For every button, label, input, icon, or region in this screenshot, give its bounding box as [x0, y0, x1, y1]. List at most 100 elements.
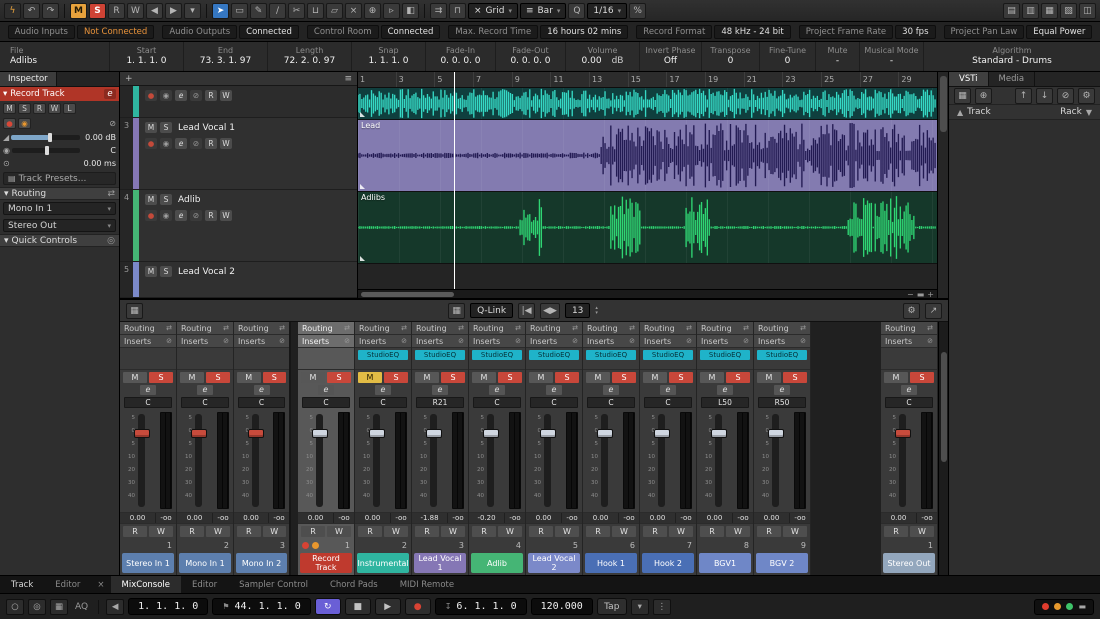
insert-plugin-chip[interactable]: StudioEQ	[358, 350, 408, 360]
volume-slider[interactable]	[11, 135, 80, 140]
mixer-view-icon[interactable]: ▦	[126, 303, 143, 319]
mute-button[interactable]: M	[884, 372, 908, 383]
freeze-icon[interactable]: ⊘	[190, 210, 202, 221]
vsti-sort-icon[interactable]: ▦	[954, 88, 971, 104]
left-zone-icon[interactable]: ▥	[1022, 3, 1039, 19]
fader-db-value[interactable]: 0.00	[697, 513, 733, 523]
right-zone-tab[interactable]: Media	[989, 72, 1036, 86]
insert-plugin-chip[interactable]: StudioEQ	[757, 350, 807, 360]
read-automation-button[interactable]: R	[180, 526, 204, 537]
insert-slots[interactable]	[298, 348, 354, 370]
write-automation-button[interactable]: W	[149, 526, 173, 537]
object-selection-tool[interactable]: ➤	[212, 3, 229, 19]
info-value[interactable]: 1. 1. 1. 0	[368, 56, 408, 67]
record-enable-icon[interactable]: ●	[3, 118, 16, 129]
tempo-display[interactable]: 120.000	[531, 598, 593, 615]
mute-tool[interactable]: ×	[345, 3, 362, 19]
primary-time-display[interactable]: 1. 1. 1. 0	[128, 598, 208, 615]
inspector-listen-button[interactable]: L	[63, 103, 76, 114]
mixer-channel-strip[interactable]: Routing ⇄ Inserts ⊘ StudioEQ M	[754, 322, 811, 575]
output-routing-select[interactable]: Stereo Out ▾	[3, 219, 116, 232]
mixer-channel-strip[interactable]: Routing ⇄ Inserts ⊘ StudioEQ M	[583, 322, 640, 575]
fader-track[interactable]	[138, 414, 145, 507]
read-automation-button[interactable]: R	[237, 526, 261, 537]
fader-db-value[interactable]: -1.88	[412, 513, 448, 523]
edit-channel-button[interactable]: e	[318, 385, 334, 395]
close-icon[interactable]: ×	[91, 580, 110, 590]
channel-count-value[interactable]: 13	[565, 303, 590, 318]
edit-channel-button[interactable]: e	[717, 385, 733, 395]
scrollbar-thumb[interactable]	[940, 76, 947, 132]
solo-button[interactable]: S	[441, 372, 465, 383]
pan-control[interactable]: C	[359, 397, 407, 408]
fader-handle[interactable]	[654, 429, 670, 438]
vsti-settings-icon[interactable]: ⚙	[1078, 88, 1095, 104]
freeze-icon[interactable]: ⊘	[190, 90, 202, 101]
locator-display[interactable]: ↧ 6. 1. 1. 0	[435, 598, 527, 615]
volume-value[interactable]: 0.00 dB	[82, 133, 116, 142]
mute-button[interactable]: M	[700, 372, 724, 383]
lower-zone-tab[interactable]: Sampler Control	[228, 576, 319, 593]
add-track-button[interactable]: +	[125, 74, 133, 84]
read-automation-button[interactable]: R	[205, 210, 217, 221]
channel-name[interactable]: Mono In 2	[236, 553, 287, 573]
move-down-icon[interactable]: ↓	[1036, 88, 1053, 104]
qlink-grid-icon[interactable]: ▦	[448, 303, 465, 319]
routing-rack-header[interactable]: Routing ⇄	[469, 322, 525, 335]
tab-inspector[interactable]: Inspector	[0, 72, 57, 86]
solo-button[interactable]: S	[612, 372, 636, 383]
write-automation-button[interactable]: W	[669, 526, 693, 537]
track-row[interactable]: M S ● ◉ e ⊘ R W	[120, 86, 357, 118]
write-automation-button[interactable]: W	[220, 90, 232, 101]
info-value[interactable]: 1. 1. 1. 0	[126, 56, 166, 67]
info-column[interactable]: Fade-Out 0. 0. 0. 0	[496, 42, 566, 71]
freeze-icon[interactable]: ⊘	[190, 138, 202, 149]
peak-level-value[interactable]: -oo	[156, 513, 176, 523]
jump-right-button[interactable]: ▶	[165, 3, 182, 19]
insert-slots[interactable]: StudioEQ	[640, 348, 696, 370]
track-name[interactable]: Lead Vocal 1	[178, 123, 235, 133]
insert-slots[interactable]: StudioEQ	[412, 348, 468, 370]
fader-track[interactable]	[252, 414, 259, 507]
info-column[interactable]: Volume 0.00 dB	[566, 42, 640, 71]
solo-button[interactable]: S	[726, 372, 750, 383]
peak-level-value[interactable]: -oo	[448, 513, 468, 523]
color-tool[interactable]: ◧	[402, 3, 419, 19]
audio-event-lane[interactable]: Lead	[358, 120, 937, 192]
autoscroll-icon[interactable]: ⇉	[430, 3, 447, 19]
fader-handle[interactable]	[540, 429, 556, 438]
channel-name[interactable]: Instrumental	[357, 553, 409, 573]
inserts-rack-header[interactable]: Inserts ⊘	[754, 335, 810, 348]
insert-slots[interactable]: StudioEQ	[469, 348, 525, 370]
snap-icon[interactable]: ⊓	[449, 3, 466, 19]
track-solo-button[interactable]: S	[160, 266, 172, 277]
fader-track[interactable]	[601, 414, 608, 507]
peak-level-value[interactable]: -oo	[505, 513, 525, 523]
open-mixconsole-window-icon[interactable]: ↗	[925, 303, 942, 319]
edit-track-button[interactable]: e	[175, 90, 187, 101]
write-automation-button[interactable]: W	[220, 138, 232, 149]
info-value[interactable]: 73. 3. 1. 97	[200, 56, 252, 67]
solo-button[interactable]: S	[384, 372, 408, 383]
read-automation-button[interactable]: R	[586, 526, 610, 537]
peak-level-value[interactable]: -oo	[391, 513, 411, 523]
track-mute-button[interactable]: M	[145, 122, 157, 133]
fader-handle[interactable]	[768, 429, 784, 438]
search-icon[interactable]: ⊕	[975, 88, 992, 104]
channel-name[interactable]: Lead Vocal 2	[528, 553, 580, 573]
event-display[interactable]: 1 3 5 7 9 11 1	[358, 72, 937, 298]
vertical-scrollbar[interactable]	[937, 72, 948, 298]
insert-plugin-chip[interactable]: StudioEQ	[415, 350, 465, 360]
audio-event-lane[interactable]: Adlibs	[358, 192, 937, 264]
play-button[interactable]: ▶	[375, 598, 401, 615]
read-automation-button[interactable]: R	[415, 526, 439, 537]
track-solo-button[interactable]: S	[160, 194, 172, 205]
insert-plugin-chip[interactable]: StudioEQ	[700, 350, 750, 360]
monitor-icon[interactable]: ◉	[160, 138, 172, 149]
mixer-channel-strip[interactable]: Routing ⇄ Inserts ⊘ StudioEQ M	[355, 322, 412, 575]
monitor-icon[interactable]: ◉	[160, 90, 172, 101]
info-column[interactable]: Fade-In 0. 0. 0. 0	[426, 42, 496, 71]
channel-name[interactable]: Hook 2	[642, 553, 694, 573]
fader-track[interactable]	[316, 414, 323, 507]
audio-performance-icon[interactable]: ◎	[28, 599, 46, 615]
